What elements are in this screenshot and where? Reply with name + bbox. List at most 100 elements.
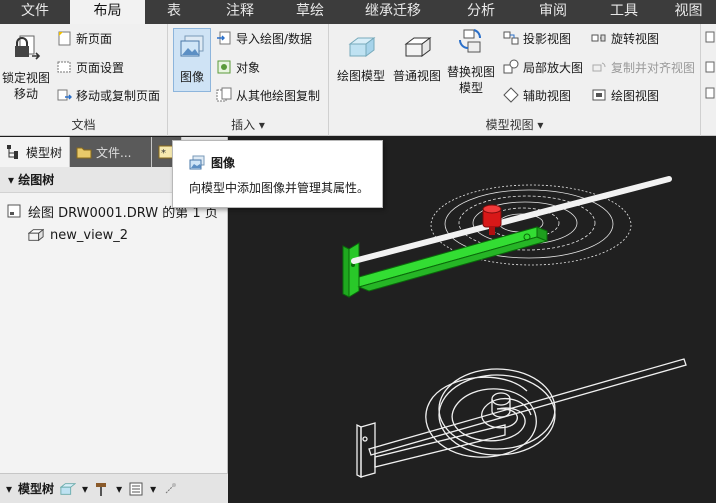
folder-icon: [76, 147, 92, 159]
red-collar: [482, 204, 502, 235]
wireframe-model: [356, 358, 687, 479]
copy-from-drawing-icon: [216, 87, 232, 102]
lock-view-move-button[interactable]: 锁定视图 移动: [0, 32, 52, 102]
insert-group-label-text: 插入: [231, 118, 256, 132]
revolved-view-button[interactable]: 旋转视图: [591, 28, 659, 48]
tab-review[interactable]: 审阅: [519, 0, 587, 24]
drawing-view-icon: [592, 89, 606, 101]
image-icon: [189, 155, 205, 169]
lock-view-label-1: 锁定视图: [1, 71, 50, 85]
tab-tools[interactable]: 工具: [587, 0, 661, 24]
move-copy-page-icon: [57, 89, 72, 101]
detailed-view-button[interactable]: 局部放大图: [503, 57, 583, 77]
image-label: 图像: [179, 70, 204, 84]
import-icon: [217, 31, 231, 45]
tab-folder-browser-label: 文件...: [96, 145, 132, 160]
tab-legacy-migration[interactable]: 继承迁移: [343, 0, 443, 24]
move-copy-page-button[interactable]: 移动或复制页面: [56, 85, 160, 105]
chevron-down-icon[interactable]: ▾: [116, 482, 122, 496]
pin-icon[interactable]: [162, 481, 178, 497]
insert-group: 图像 导入绘图/数据 对象 从其他绘图复制 插入 ▾: [168, 24, 329, 136]
settings-icon[interactable]: [60, 481, 77, 497]
tab-folder-browser[interactable]: 文件...: [70, 137, 152, 167]
panel-bottom-toolbar: ▾ 模型树 ▾ ▾ ▾: [0, 473, 228, 503]
object-button[interactable]: 对象: [216, 57, 260, 77]
copy-align-view-icon: [592, 62, 606, 72]
import-drawing-label: 导入绘图/数据: [236, 31, 313, 46]
hammer-icon[interactable]: [94, 481, 110, 497]
tree-node-view[interactable]: new_view_2: [28, 225, 128, 245]
general-view-label: 普通视图: [392, 69, 441, 83]
drawing-view-button[interactable]: 绘图视图: [591, 85, 659, 105]
tooltip-title: 图像: [189, 154, 235, 171]
view-icon: [28, 228, 44, 242]
projection-view-icon: [503, 31, 519, 45]
tab-model-tree[interactable]: 模型树: [0, 137, 70, 167]
replace-view-model-button[interactable]: 替换视图 模型: [445, 26, 497, 96]
insert-group-label[interactable]: 插入 ▾: [168, 114, 328, 136]
drawing-model-label: 绘图模型: [336, 69, 385, 83]
svg-text:*: *: [161, 148, 166, 159]
page-setup-button[interactable]: 页面设置: [56, 57, 124, 77]
ribbon: 锁定视图 移动 新页面 页面设置 移动或复制页面 文档 图像 导入绘图/数据 对…: [0, 24, 716, 136]
tab-annotate[interactable]: 注释: [203, 0, 277, 24]
replace-view-label-1: 替换视图: [446, 65, 495, 79]
list-icon[interactable]: [128, 481, 144, 497]
tab-file[interactable]: 文件: [0, 0, 70, 24]
projection-view-label: 投影视图: [523, 31, 572, 46]
auxiliary-view-label: 辅助视图: [523, 88, 572, 103]
tab-sketch[interactable]: 草绘: [277, 0, 343, 24]
revolved-view-icon: [591, 34, 606, 42]
tooltip-description: 向模型中添加图像并管理其属性。: [189, 181, 370, 195]
tab-view[interactable]: 视图: [661, 0, 716, 24]
model-view-group-label[interactable]: 模型视图 ▾: [329, 114, 700, 136]
chevron-down-icon: ▾: [533, 118, 544, 132]
sheet-icon: [7, 204, 21, 218]
drawing-model-icon: [348, 37, 376, 57]
auxiliary-view-button[interactable]: 辅助视图: [503, 85, 571, 105]
drawing-model-button[interactable]: 绘图模型: [333, 34, 389, 84]
new-page-icon: [58, 31, 71, 46]
copy-from-drawing-label: 从其他绘图复制: [236, 88, 321, 103]
copy-align-view-button[interactable]: 复制并对齐视图: [591, 57, 695, 77]
tooltip: 图像 向模型中添加图像并管理其属性。: [172, 140, 383, 208]
chevron-down-icon: ▾: [255, 118, 265, 132]
tree-node-view-label: new_view_2: [50, 227, 129, 243]
tab-table[interactable]: 表: [145, 0, 203, 24]
copy-from-other-drawing-button[interactable]: 从其他绘图复制: [216, 85, 320, 105]
general-view-icon: [404, 37, 432, 57]
menu-tab-bar: 文件 布局 表 注释 草绘 继承迁移 分析 审阅 工具 视图: [0, 0, 716, 24]
model-view-group: 绘图模型 普通视图 替换视图 模型 投影视图 局部放大图 辅助视图 旋转视图 复…: [329, 24, 701, 136]
collapse-icon: ▾: [6, 481, 13, 496]
lock-view-label-2: 移动: [13, 87, 38, 101]
new-page-label: 新页面: [76, 31, 113, 46]
general-view-button[interactable]: 普通视图: [389, 34, 445, 84]
revolved-view-label: 旋转视图: [611, 31, 660, 46]
bottom-model-tree-label[interactable]: 模型树: [18, 480, 54, 497]
tab-layout[interactable]: 布局: [70, 0, 145, 24]
import-drawing-data-button[interactable]: 导入绘图/数据: [216, 28, 312, 48]
auxiliary-view-icon: [503, 87, 519, 103]
move-copy-page-label: 移动或复制页面: [76, 88, 161, 103]
tree-icon: [7, 145, 18, 159]
chevron-down-icon[interactable]: ▾: [82, 482, 88, 496]
chevron-down-icon[interactable]: ▾: [150, 482, 156, 496]
copy-align-view-label: 复制并对齐视图: [611, 60, 696, 75]
new-page-button[interactable]: 新页面: [56, 28, 112, 48]
document-group: 锁定视图 移动 新页面 页面设置 移动或复制页面 文档: [0, 24, 168, 136]
document-group-label: 文档: [71, 118, 96, 132]
replace-view-icon: [459, 29, 481, 53]
tab-analysis[interactable]: 分析: [443, 0, 519, 24]
tooltip-title-text: 图像: [211, 156, 236, 170]
page-setup-label: 页面设置: [76, 60, 125, 75]
collapse-icon: ▾: [8, 173, 19, 187]
projection-view-button[interactable]: 投影视图: [503, 28, 571, 48]
partial-tool-icon[interactable]: [705, 30, 715, 100]
lock-icon: [15, 35, 41, 60]
page-setup-icon: [57, 61, 71, 73]
tree-header-label: 绘图树: [18, 173, 55, 187]
image-icon: [180, 35, 204, 57]
detailed-view-icon: [503, 59, 519, 74]
drawing-view-label: 绘图视图: [611, 88, 660, 103]
image-button[interactable]: 图像: [173, 28, 211, 92]
